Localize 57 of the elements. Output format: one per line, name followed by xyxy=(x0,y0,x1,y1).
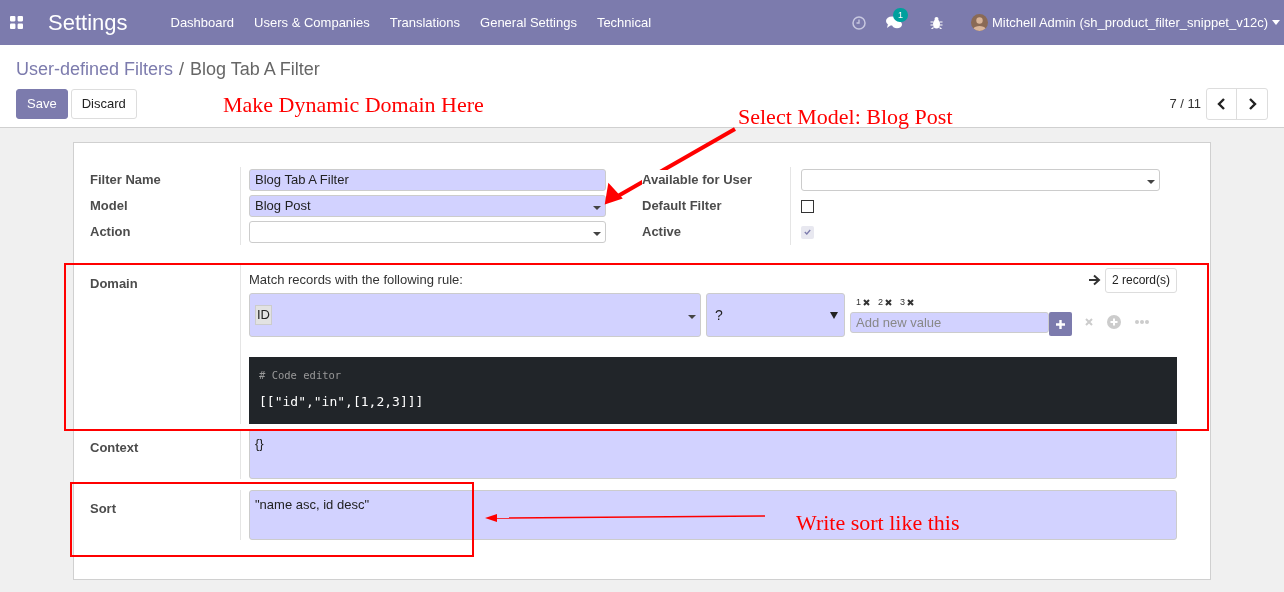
value-tag: 2 xyxy=(878,295,884,310)
chevron-left-icon xyxy=(1217,98,1226,110)
add-value-button[interactable] xyxy=(1049,312,1072,336)
field-label: Sort xyxy=(90,501,116,516)
notification-badge: 1 xyxy=(892,7,908,22)
input-field[interactable]: Blog Tab A Filter xyxy=(249,169,606,191)
nav-menu-item[interactable]: Translations xyxy=(379,12,471,33)
dropdown-caret-icon xyxy=(1147,180,1155,184)
field-label: Domain xyxy=(90,276,138,291)
field-label: Context xyxy=(90,440,139,455)
annotation-text: Write sort like this xyxy=(796,509,960,537)
code-editor[interactable]: # Code editor [["id","in",[1,2,3]]] xyxy=(249,357,1177,424)
apps-menu-icon[interactable] xyxy=(10,16,23,29)
save-button[interactable]: Save xyxy=(16,89,68,119)
user-menu[interactable]: Mitchell Admin (sh_product_filter_snippet_v12c) xyxy=(991,12,1268,33)
caret-icon[interactable] xyxy=(1272,20,1280,25)
chevron-right-icon xyxy=(1247,98,1257,110)
annotation-text: Make Dynamic Domain Here xyxy=(223,91,484,119)
pager-counter: 7 / 11 xyxy=(1169,95,1201,114)
code-comment: # Code editor xyxy=(259,368,343,383)
value-tag: 3 xyxy=(900,295,906,310)
field-select[interactable]: ID xyxy=(249,293,701,337)
select-field[interactable] xyxy=(801,169,1160,191)
checkmark-icon xyxy=(804,229,811,235)
record-count-button[interactable]: 2 record(s) xyxy=(1105,267,1177,293)
plus-icon xyxy=(1056,319,1065,329)
dropdown-caret-icon xyxy=(593,206,601,210)
breadcrumb-separator: / xyxy=(179,57,185,81)
select-field[interactable] xyxy=(249,221,606,243)
arrow-right-icon xyxy=(1089,274,1101,286)
select-field[interactable]: Blog Post xyxy=(249,195,606,217)
checkbox[interactable] xyxy=(801,199,814,213)
dropdown-caret-icon xyxy=(593,232,601,236)
discard-button[interactable]: Discard xyxy=(70,89,137,119)
value-tag: 1 xyxy=(856,295,861,310)
dropdown-caret-icon xyxy=(830,312,838,319)
dropdown-caret-icon xyxy=(688,315,696,319)
clock-icon[interactable] xyxy=(851,15,866,30)
breadcrumb-current: Blog Tab A Filter xyxy=(190,57,320,81)
avatar-icon[interactable] xyxy=(970,14,988,31)
app-title: Settings xyxy=(48,9,128,37)
remove-tag-icon[interactable] xyxy=(863,299,870,306)
breadcrumb-link[interactable]: User-defined Filters xyxy=(16,55,174,83)
domain-description: Match records with the following rule: xyxy=(249,271,463,290)
nav-menu-item[interactable]: General Settings xyxy=(470,12,587,33)
operator-select[interactable]: ? xyxy=(706,293,845,337)
remove-tag-icon[interactable] xyxy=(907,299,915,306)
code-line: [["id","in",[1,2,3]]] xyxy=(259,392,425,411)
text-area[interactable]: {} xyxy=(249,429,1177,479)
nav-menu-item[interactable]: Technical xyxy=(586,12,662,33)
nav-menu-item[interactable]: Users & Companies xyxy=(244,12,380,33)
annotation-text: Select Model: Blog Post xyxy=(738,103,953,131)
remove-tag-icon[interactable] xyxy=(885,299,893,306)
bug-icon[interactable] xyxy=(929,16,943,29)
value-input[interactable]: Add new value xyxy=(850,312,1049,333)
field-path-tag: ID xyxy=(255,305,272,325)
nav-menu-item[interactable]: Dashboard xyxy=(160,12,245,33)
